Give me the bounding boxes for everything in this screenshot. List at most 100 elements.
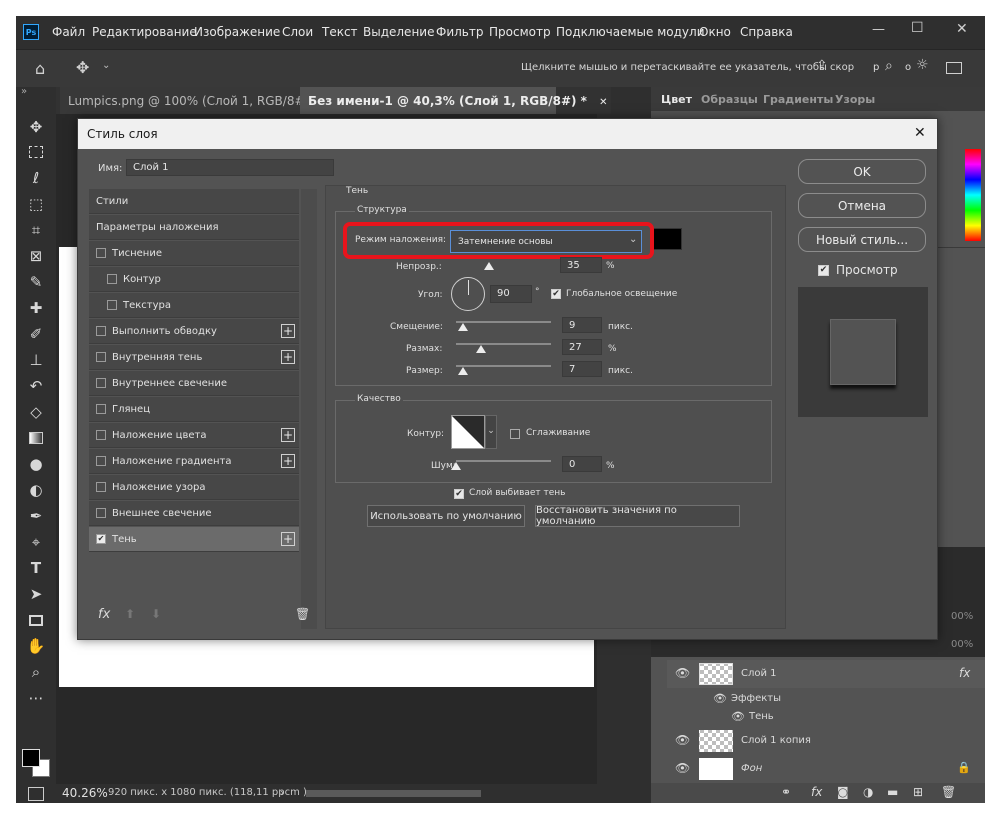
- layer-row-copy[interactable]: 👁 Слой 1 копия: [667, 727, 985, 755]
- trash-icon[interactable]: 🗑: [941, 785, 956, 799]
- move-tool-icon[interactable]: ✥: [76, 58, 89, 77]
- eye-icon[interactable]: 👁: [675, 666, 690, 680]
- style-row[interactable]: ✔ Тень +: [89, 527, 299, 552]
- opacity-slider-thumb[interactable]: [484, 262, 494, 270]
- preview-checkbox[interactable]: ✔: [818, 265, 829, 276]
- noise-field[interactable]: 0: [562, 456, 602, 472]
- eraser-icon[interactable]: ◇: [24, 401, 48, 423]
- style-checkbox[interactable]: [96, 456, 106, 466]
- style-checkbox[interactable]: [96, 482, 106, 492]
- history-brush-icon[interactable]: ↶: [24, 375, 48, 397]
- zoom-field-2[interactable]: 00%: [951, 639, 973, 650]
- collapse-toolbar-icon[interactable]: »: [21, 86, 27, 97]
- tab-color[interactable]: Цвет: [661, 93, 692, 106]
- tab-untitled[interactable]: Без имени-1 @ 40,3% (Слой 1, RGB/8#) * ✕: [300, 87, 608, 114]
- zoom-field-1[interactable]: 00%: [951, 611, 973, 622]
- stamp-icon[interactable]: ⊥: [24, 349, 48, 371]
- new-layer-icon[interactable]: ⊞: [913, 785, 923, 799]
- lasso-icon[interactable]: ℓ: [24, 167, 48, 189]
- size-slider-track[interactable]: [456, 365, 551, 367]
- angle-field[interactable]: 90: [490, 285, 532, 303]
- menu-file[interactable]: Файл: [52, 25, 85, 39]
- fx-icon[interactable]: fx: [959, 666, 970, 680]
- foreground-color-swatch[interactable]: [22, 749, 40, 767]
- workspace-icon[interactable]: [946, 62, 962, 74]
- new-style-button[interactable]: Новый стиль...: [798, 227, 926, 252]
- fx-icon[interactable]: fx: [811, 785, 822, 799]
- eye-icon[interactable]: 👁: [713, 692, 727, 705]
- status-arrow[interactable]: ›: [280, 786, 284, 799]
- cancel-button[interactable]: Отмена: [798, 193, 926, 218]
- style-checkbox[interactable]: [96, 352, 106, 362]
- style-row[interactable]: Стили: [89, 189, 299, 214]
- layer-name[interactable]: Фон: [741, 763, 762, 774]
- style-row[interactable]: Внутренняя тень +: [89, 345, 299, 370]
- style-row[interactable]: Наложение цвета +: [89, 423, 299, 448]
- layer-name[interactable]: Слой 1: [741, 668, 777, 679]
- layer-row-sloi1[interactable]: 👁 Слой 1 fx: [667, 660, 985, 688]
- style-checkbox[interactable]: [107, 300, 117, 310]
- layer-name[interactable]: Слой 1 копия: [741, 735, 811, 746]
- style-checkbox[interactable]: [96, 508, 106, 518]
- move-icon[interactable]: ✥: [24, 116, 48, 138]
- style-row[interactable]: Выполнить обводку +: [89, 319, 299, 344]
- knockout-checkbox[interactable]: ✔: [454, 489, 464, 499]
- noise-slider-thumb[interactable]: [451, 462, 461, 470]
- marquee-icon[interactable]: [24, 141, 48, 163]
- spread-slider-track[interactable]: [456, 343, 551, 345]
- horizontal-scrollbar[interactable]: [306, 790, 481, 797]
- contour-dropdown[interactable]: ⌄: [485, 415, 497, 449]
- angle-dial[interactable]: [451, 277, 485, 311]
- menu-type[interactable]: Текст: [322, 25, 358, 39]
- eye-icon[interactable]: 👁: [731, 710, 745, 723]
- ps-logo[interactable]: Ps: [23, 24, 39, 40]
- add-style-icon[interactable]: +: [281, 454, 295, 468]
- adjustment-icon[interactable]: ◑: [863, 785, 873, 799]
- pen-tool-icon[interactable]: ⌖: [24, 531, 48, 553]
- menu-filter[interactable]: Фильтр: [436, 25, 483, 39]
- move-up-icon[interactable]: ⬆: [125, 607, 135, 621]
- global-light-checkbox[interactable]: ✔: [551, 289, 561, 299]
- distance-slider-track[interactable]: [456, 321, 551, 323]
- more-tools-icon[interactable]: ⋯: [24, 687, 48, 709]
- make-default-button[interactable]: Использовать по умолчанию: [367, 505, 525, 527]
- spread-field[interactable]: 27: [562, 339, 602, 355]
- style-row[interactable]: Внутреннее свечение: [89, 371, 299, 396]
- style-row[interactable]: Текстура: [89, 293, 299, 318]
- search-icon[interactable]: ⌕: [885, 58, 893, 74]
- size-slider-thumb[interactable]: [458, 367, 468, 375]
- style-checkbox[interactable]: [107, 274, 117, 284]
- type-icon[interactable]: T: [24, 557, 48, 579]
- tab-patterns[interactable]: Узоры: [835, 93, 875, 106]
- fx-menu-icon[interactable]: fx: [98, 607, 110, 622]
- chevron-down-icon[interactable]: ⌄: [102, 60, 110, 71]
- folder-icon[interactable]: ▬: [887, 785, 898, 799]
- eyedropper-icon[interactable]: ✎: [24, 271, 48, 293]
- share-icon[interactable]: ⇪: [816, 58, 828, 74]
- move-down-icon[interactable]: ⬇: [151, 607, 161, 621]
- tab-gradients[interactable]: Градиенты: [763, 93, 833, 106]
- style-checkbox[interactable]: [96, 404, 106, 414]
- menu-image[interactable]: Изображение: [194, 25, 280, 39]
- noise-slider-track[interactable]: [456, 460, 551, 462]
- gradient-icon[interactable]: [24, 427, 48, 449]
- style-checkbox[interactable]: ✔: [96, 534, 106, 544]
- reset-default-button[interactable]: Восстановить значения по умолчанию: [535, 505, 740, 527]
- opacity-field[interactable]: 35: [560, 257, 602, 273]
- effects-row[interactable]: 👁 Эффекты: [667, 690, 985, 708]
- tab-swatches[interactable]: Образцы: [701, 93, 758, 106]
- effect-shadow-row[interactable]: 👁 Тень: [667, 708, 985, 726]
- antialias-checkbox[interactable]: [510, 429, 520, 439]
- menu-help[interactable]: Справка: [740, 25, 793, 39]
- contour-picker[interactable]: [451, 415, 485, 449]
- shadow-color-swatch[interactable]: [652, 228, 682, 250]
- close-icon[interactable]: ✕: [599, 97, 607, 108]
- brush-icon[interactable]: ✐: [24, 323, 48, 345]
- rectangle-icon[interactable]: [24, 609, 48, 631]
- quick-mask-icon[interactable]: [28, 787, 44, 801]
- style-checkbox[interactable]: [96, 326, 106, 336]
- tab-lumpics[interactable]: Lumpics.png @ 100% (Слой 1, RGB/8#) ✕: [60, 87, 329, 114]
- delete-style-icon[interactable]: 🗑: [295, 607, 310, 621]
- pen-icon[interactable]: ✒: [24, 505, 48, 527]
- menu-view[interactable]: Просмотр: [489, 25, 551, 39]
